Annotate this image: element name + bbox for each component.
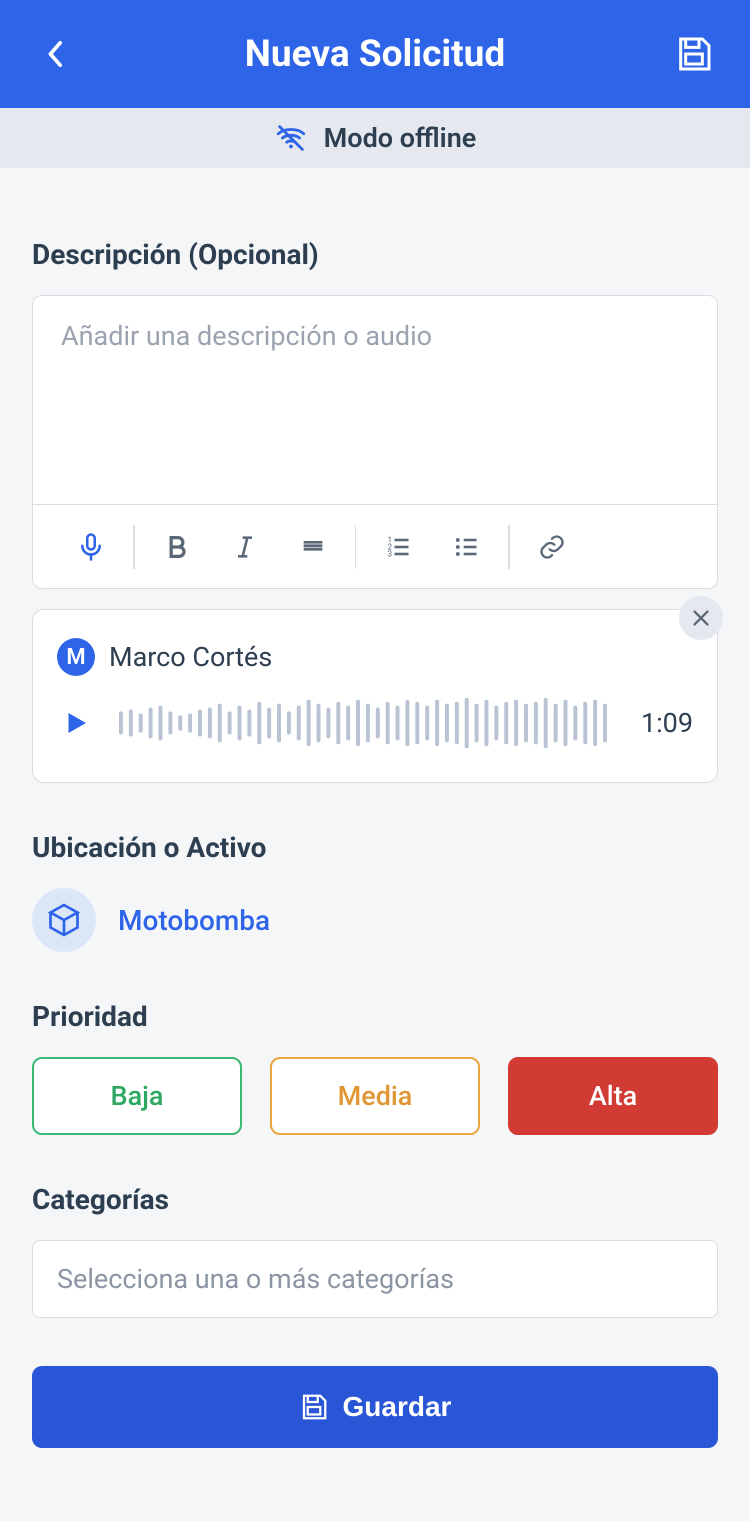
description-label: Descripción (Opcional) [32, 238, 718, 271]
priority-row: Baja Media Alta [32, 1057, 718, 1135]
bold-icon [163, 533, 191, 561]
offline-banner: Modo offline [0, 108, 750, 168]
italic-button[interactable] [211, 521, 279, 573]
unordered-list-button[interactable] [432, 521, 500, 573]
ordered-list-icon: 123 [383, 533, 413, 561]
strikethrough-icon [298, 533, 328, 561]
formatting-toolbar: 123 [33, 504, 717, 588]
audio-author-row: M Marco Cortés [57, 638, 693, 676]
app-header: Nueva Solicitud [0, 0, 750, 108]
description-box: 123 [32, 295, 718, 589]
priority-label: Prioridad [32, 1000, 718, 1033]
categories-label: Categorías [32, 1183, 718, 1216]
play-icon [61, 706, 91, 740]
offline-label: Modo offline [324, 122, 477, 154]
mic-button[interactable] [57, 521, 125, 573]
description-input[interactable] [33, 296, 717, 500]
author-name: Marco Cortés [109, 641, 272, 673]
location-label: Ubicación o Activo [32, 831, 718, 864]
cube-icon [46, 902, 82, 938]
wifi-off-icon [274, 121, 308, 155]
asset-selector[interactable]: Motobomba [32, 888, 718, 952]
audio-waveform[interactable] [117, 694, 611, 752]
close-icon [690, 607, 712, 629]
microphone-icon [76, 530, 106, 564]
svg-text:3: 3 [388, 548, 393, 558]
toolbar-separator [508, 525, 510, 569]
asset-name: Motobomba [118, 904, 270, 937]
unordered-list-icon [451, 533, 481, 561]
link-button[interactable] [518, 521, 586, 573]
priority-alta-button[interactable]: Alta [508, 1057, 718, 1135]
play-button[interactable] [57, 704, 95, 742]
bold-button[interactable] [143, 521, 211, 573]
priority-baja-button[interactable]: Baja [32, 1057, 242, 1135]
categories-input[interactable] [32, 1240, 718, 1318]
remove-audio-button[interactable] [679, 596, 723, 640]
page-title: Nueva Solicitud [80, 33, 670, 76]
back-button[interactable] [32, 30, 80, 78]
link-icon [537, 533, 567, 561]
italic-icon [231, 533, 259, 561]
audio-card: M Marco Cortés 1:09 [32, 609, 718, 783]
priority-media-button[interactable]: Media [270, 1057, 480, 1135]
asset-icon-wrap [32, 888, 96, 952]
chevron-left-icon [47, 40, 65, 68]
avatar: M [57, 638, 95, 676]
save-icon [674, 34, 714, 74]
audio-player: 1:09 [57, 694, 693, 752]
save-button[interactable]: Guardar [32, 1366, 718, 1448]
strikethrough-button[interactable] [279, 521, 347, 573]
toolbar-separator [133, 525, 135, 569]
audio-duration: 1:09 [641, 707, 693, 739]
toolbar-separator [355, 525, 357, 569]
save-icon [299, 1392, 329, 1422]
save-header-button[interactable] [670, 30, 718, 78]
ordered-list-button[interactable]: 123 [364, 521, 432, 573]
save-button-label: Guardar [343, 1391, 452, 1423]
